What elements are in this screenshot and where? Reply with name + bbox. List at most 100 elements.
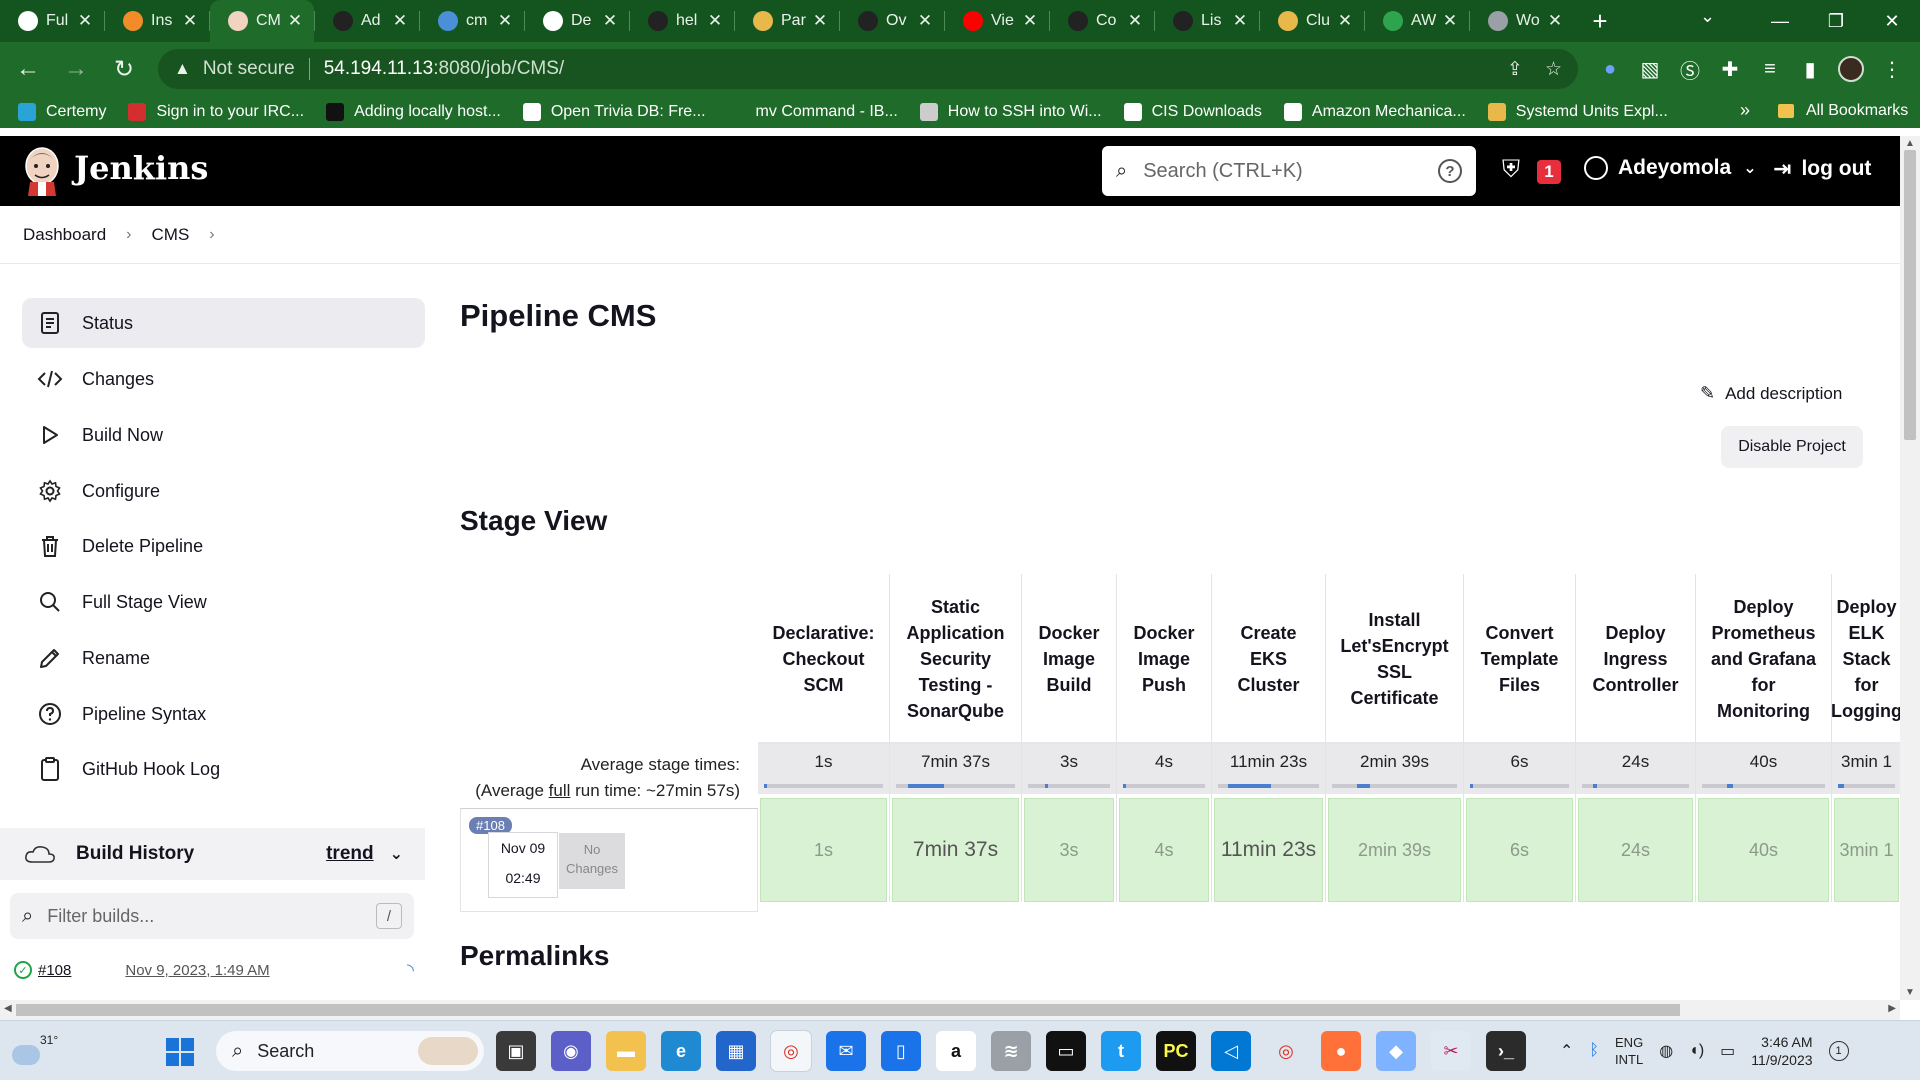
chrome-icon[interactable]: ◎ [771,1031,811,1071]
close-tab-icon[interactable]: ✕ [706,11,724,31]
taskbar-search[interactable]: ⌕ Search [216,1031,484,1071]
clock[interactable]: 3:46 AM 11/9/2023 [1751,1033,1812,1069]
language-indicator[interactable]: ENG INTL [1615,1034,1643,1068]
store-icon[interactable]: ▦ [716,1031,756,1071]
scroll-right-icon[interactable]: ▶ [1888,1003,1896,1014]
media-queue-icon[interactable]: ≡ [1758,57,1782,81]
sidebar-item-configure[interactable]: Configure [22,466,425,516]
notification-badge[interactable]: 1 [1828,1041,1849,1061]
horizontal-scrollbar[interactable]: ◀ ▶ [0,1000,1900,1020]
twitter-icon[interactable]: t [1101,1031,1141,1071]
close-tab-icon[interactable]: ✕ [1441,11,1459,31]
scroll-left-icon[interactable]: ◀ [4,1003,12,1014]
full-run-link[interactable]: full [549,781,571,800]
books-icon[interactable]: ≋ [991,1031,1031,1071]
bookmark-item[interactable]: Amazon Mechanica... [1283,103,1466,121]
close-tab-icon[interactable]: ✕ [286,11,304,31]
sidebar-item-github-hook-log[interactable]: GitHub Hook Log [22,744,425,794]
address-bar[interactable]: ▲ Not secure 54.194.11.13 :8080/job/CMS/… [158,49,1578,89]
minimize-icon[interactable]: — [1752,11,1808,32]
sidebar-item-build-now[interactable]: Build Now [22,410,425,460]
snipping-tool-icon[interactable]: ✂ [1431,1031,1471,1071]
stage-run-cell[interactable]: 6s [1466,798,1573,902]
build-history-row[interactable]: ✓ #108 Nov 9, 2023, 1:49 AM ◝ [14,955,414,985]
vertical-scrollbar[interactable]: ▲ ▼ [1900,136,1920,1000]
teams-chat-icon[interactable]: ◉ [551,1031,591,1071]
stage-run-cell[interactable]: 1s [760,798,887,902]
task-view-icon[interactable]: ▣ [496,1031,536,1071]
close-tab-icon[interactable]: ✕ [811,11,829,31]
stage-run-cell[interactable]: 3s [1024,798,1114,902]
edge-icon[interactable]: e [661,1031,701,1071]
restore-icon[interactable]: ❐ [1808,11,1864,32]
all-bookmarks[interactable]: All Bookmarks [1778,102,1908,120]
battery-icon[interactable]: ▭ [1720,1041,1735,1061]
close-tab-icon[interactable]: ✕ [76,11,94,31]
firefox-icon[interactable]: ● [1321,1031,1361,1071]
chevron-down-icon[interactable]: ⌄ [390,844,403,864]
mail-icon[interactable]: ✉ [826,1031,866,1071]
file-explorer-icon[interactable]: ▬ [606,1031,646,1071]
browser-tab[interactable]: Wo ✕ [1470,0,1574,42]
bookmark-item[interactable]: Certemy [18,103,106,121]
show-hidden-icons-icon[interactable]: ⌃ [1560,1041,1573,1061]
sidebar-item-pipeline-syntax[interactable]: Pipeline Syntax [22,689,425,739]
sidebar-item-rename[interactable]: Rename [22,633,425,683]
start-button[interactable] [166,1038,194,1066]
chrome-profile-icon[interactable]: ◎ [1266,1031,1306,1071]
stage-run-cell[interactable]: 3min 1 [1834,798,1899,902]
jenkins-logo-icon[interactable] [22,146,62,196]
browser-tab[interactable]: Ad ✕ [315,0,419,42]
browser-tab[interactable]: AW ✕ [1365,0,1469,42]
extension-1-icon[interactable]: ● [1598,57,1622,81]
bluetooth-icon[interactable]: ᛒ [1589,1042,1599,1060]
browser-tab[interactable]: Vie ✕ [945,0,1049,42]
menu-kebab-icon[interactable]: ⋮ [1880,57,1904,81]
filter-builds-input[interactable]: ⌕ Filter builds... / [10,893,414,939]
stage-run-cell[interactable]: 2min 39s [1328,798,1461,902]
close-tab-icon[interactable]: ✕ [1021,11,1039,31]
profile-avatar[interactable] [1838,56,1864,82]
back-icon[interactable]: ← [8,49,48,89]
browser-tab[interactable]: Ins ✕ [105,0,209,42]
close-tab-icon[interactable]: ✕ [1231,11,1249,31]
pycharm-icon[interactable]: PC [1156,1031,1196,1071]
close-window-icon[interactable]: ✕ [1864,11,1920,32]
browser-tab[interactable]: Ful ✕ [0,0,104,42]
browser-tab[interactable]: Co ✕ [1050,0,1154,42]
jenkins-search[interactable]: ⌕ Search (CTRL+K) ? [1102,146,1476,196]
stage-run-cell[interactable]: 7min 37s [892,798,1019,902]
weather-widget[interactable]: 31° [12,1033,58,1065]
phone-link-icon[interactable]: ▯ [881,1031,921,1071]
breadcrumb-cms[interactable]: CMS [152,225,190,245]
close-tab-icon[interactable]: ✕ [1336,11,1354,31]
bookmarks-overflow-icon[interactable]: » [1740,100,1750,121]
tab-search-chevron-icon[interactable]: ⌄ [1700,6,1715,27]
close-tab-icon[interactable]: ✕ [1546,11,1564,31]
extension-2-icon[interactable]: ▧ [1638,57,1662,81]
close-tab-icon[interactable]: ✕ [181,11,199,31]
browser-tab[interactable]: CM ✕ [210,0,314,42]
share-icon[interactable]: ⇪ [1507,58,1523,81]
browser-tab[interactable]: Lis ✕ [1155,0,1259,42]
build-number-link[interactable]: #108 [38,962,71,979]
bookmark-item[interactable]: How to SSH into Wi... [919,103,1102,121]
alert-count-badge[interactable]: 1 [1537,160,1561,184]
sidebar-item-status[interactable]: Status [22,298,425,348]
add-description-link[interactable]: ✎ Add description [1700,383,1842,404]
terminal-icon[interactable]: ▭ [1046,1031,1086,1071]
build-badge[interactable]: #108 [469,817,512,834]
network-globe-icon[interactable]: ◍ [1659,1041,1673,1061]
volume-icon[interactable]: ◖) [1689,1042,1704,1060]
chevron-right-icon[interactable]: › [209,226,214,244]
bookmark-item[interactable]: Systemd Units Expl... [1487,103,1668,121]
amazon-icon[interactable]: a [936,1031,976,1071]
browser-tab[interactable]: De ✕ [525,0,629,42]
horizontal-scroll-thumb[interactable] [16,1004,1680,1016]
build-date-link[interactable]: Nov 9, 2023, 1:49 AM [125,962,269,979]
forward-icon[interactable]: → [56,49,96,89]
user-menu[interactable]: Adeyomola ⌄ [1584,156,1757,180]
close-tab-icon[interactable]: ✕ [496,11,514,31]
search-help-icon[interactable]: ? [1438,159,1462,183]
scroll-down-icon[interactable]: ▼ [1905,987,1915,998]
